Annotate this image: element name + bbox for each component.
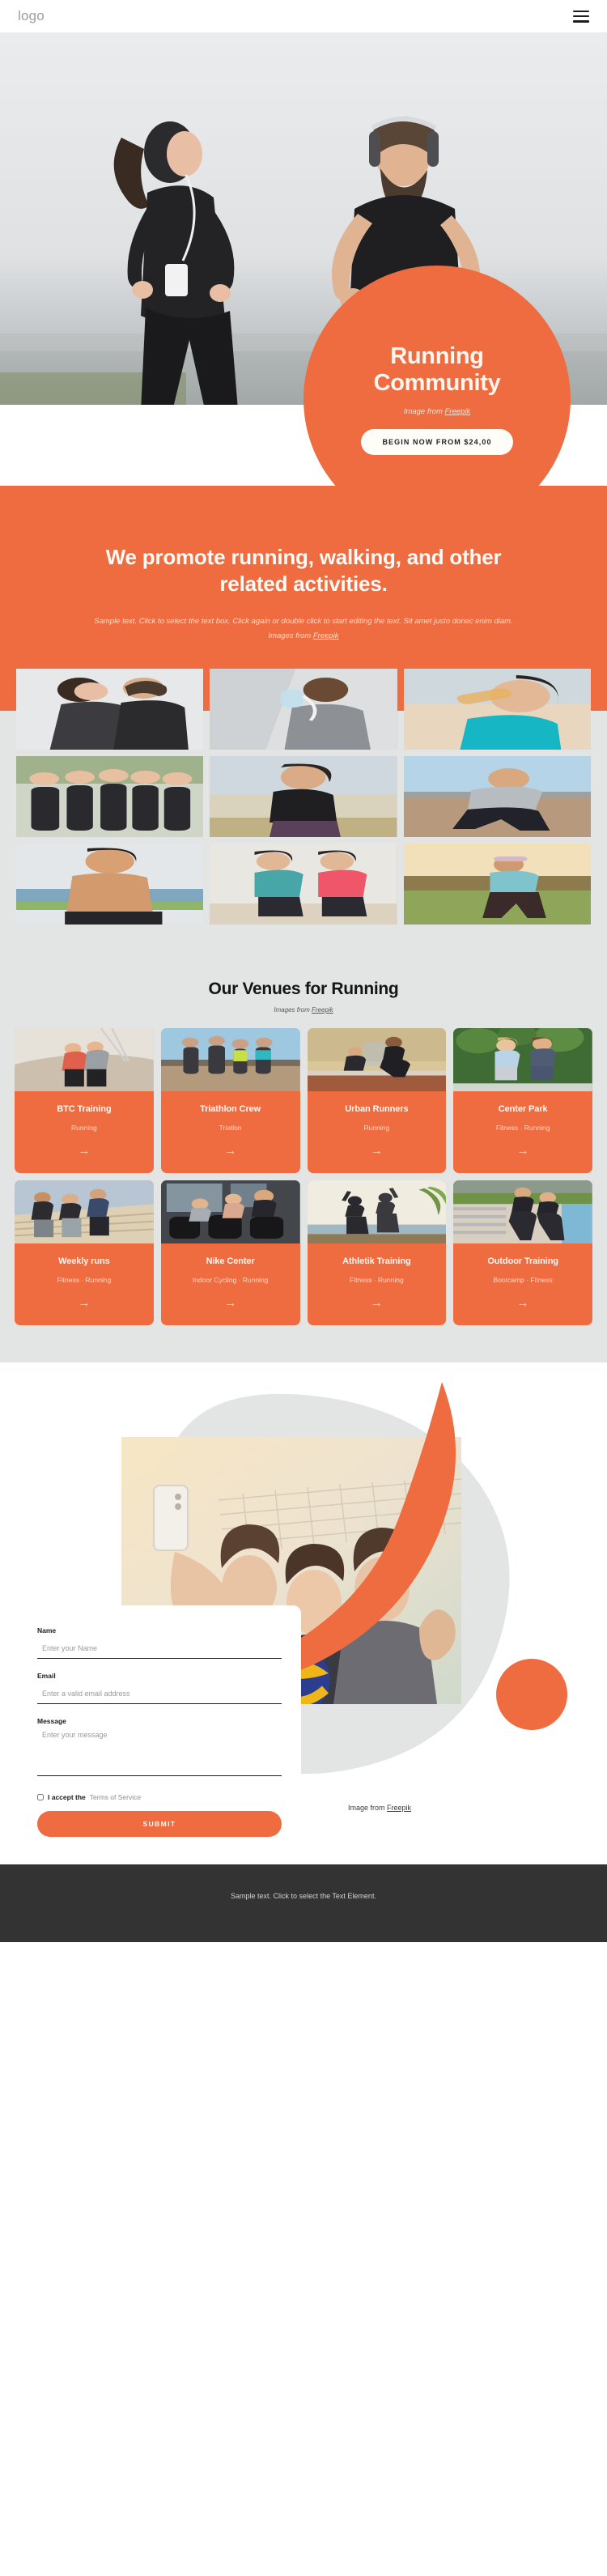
gallery-item[interactable] [16, 668, 204, 750]
venue-tags: Indoor Cycling · Running [192, 1275, 269, 1284]
contact-image-credit: Image from Freepik [348, 1804, 411, 1812]
arrow-right-icon[interactable]: → [166, 1145, 295, 1157]
accept-terms-checkbox[interactable] [37, 1793, 44, 1800]
contact-credit-link[interactable]: Freepik [387, 1804, 411, 1812]
gallery-item[interactable] [210, 755, 397, 837]
gallery-item[interactable] [403, 843, 591, 925]
name-field-group: Name [37, 1626, 282, 1659]
venue-image [160, 1180, 300, 1243]
contact-form: Name Email Message I accept the Terms of… [18, 1605, 301, 1855]
email-label: Email [37, 1671, 56, 1680]
venue-image [307, 1180, 447, 1243]
gallery-item[interactable] [403, 755, 591, 837]
hero-credit-prefix: Image from [403, 406, 445, 416]
hero-image-credit: Image from Freepik [404, 407, 470, 416]
logo[interactable]: logo [18, 8, 45, 24]
venue-card[interactable]: Weekly runs Fitness · Running → [15, 1180, 154, 1325]
hero-section: Running Community Image from Freepik BEG… [0, 32, 607, 486]
promo-subtext-link[interactable]: Freepik [313, 631, 339, 640]
venues-credit-link[interactable]: Freepik [312, 1006, 333, 1014]
venue-card[interactable]: Athletik Training Fitness · Running → [307, 1180, 447, 1325]
hamburger-menu-icon[interactable] [573, 10, 589, 23]
terms-of-service-link[interactable]: Terms of Service [90, 1793, 141, 1801]
promo-subtext: Sample text. Click to select the text bo… [77, 614, 530, 644]
venue-image [160, 1027, 300, 1091]
email-field-group: Email [37, 1672, 282, 1704]
venue-card[interactable]: Center Park Fitness · Running → [453, 1027, 592, 1173]
venue-name: Nike Center [206, 1256, 255, 1266]
venue-image [307, 1027, 447, 1091]
email-input[interactable] [37, 1689, 282, 1704]
contact-credit-prefix: Image from [348, 1803, 388, 1812]
photo-gallery-grid [16, 668, 591, 925]
hero-credit-link[interactable]: Freepik [445, 407, 471, 416]
gallery-item[interactable] [16, 755, 204, 837]
burger-bar [573, 19, 589, 23]
hero-title-line1: Running [390, 343, 484, 370]
venue-card[interactable]: Urban Runners Running → [307, 1027, 447, 1173]
venue-tags: Running [363, 1123, 390, 1132]
venues-title: Our Venues for Running [208, 979, 399, 998]
arrow-right-icon[interactable]: → [19, 1145, 149, 1157]
venue-tags: Triatlon [219, 1123, 242, 1132]
burger-bar [573, 15, 589, 18]
venue-tags: Fitness · Running [495, 1123, 550, 1132]
contact-section: Name Email Message I accept the Terms of… [0, 1362, 607, 1864]
venue-name: Triathlon Crew [200, 1103, 261, 1114]
promo-section: We promote running, walking, and other r… [0, 486, 607, 644]
venue-image [15, 1027, 154, 1091]
message-field-group: Message [37, 1717, 282, 1780]
venue-name: Athletik Training [342, 1256, 411, 1266]
arrow-right-icon[interactable]: → [166, 1297, 295, 1309]
venue-name: BTC Training [57, 1103, 112, 1114]
arrow-right-icon[interactable]: → [312, 1297, 442, 1309]
venues-image-credit: Images from Freepik [0, 1006, 607, 1014]
venue-tags: Fitness · Running [57, 1275, 112, 1284]
venue-name: Outdoor Training [487, 1256, 558, 1266]
venue-card[interactable]: Triathlon Crew Triatlon → [160, 1027, 300, 1173]
gallery-item[interactable] [16, 843, 204, 925]
arrow-right-icon[interactable]: → [458, 1297, 588, 1309]
venue-tags: Bootcamp · Fitness [493, 1275, 553, 1284]
venue-card[interactable]: Nike Center Indoor Cycling · Running → [160, 1180, 300, 1325]
venues-section: Our Venues for Running Images from Freep… [0, 951, 607, 1362]
venue-card[interactable]: BTC Training Running → [15, 1027, 154, 1173]
name-input[interactable] [37, 1643, 282, 1659]
hero-title-line2: Community [373, 369, 501, 396]
gallery-item[interactable] [210, 843, 397, 925]
venues-grid: BTC Training Running → Triathlon Crew Tr… [0, 1027, 607, 1325]
name-label: Name [37, 1626, 57, 1634]
site-header: logo [0, 0, 607, 32]
venues-credit-prefix: Images from [274, 1005, 312, 1014]
venue-card[interactable]: Outdoor Training Bootcamp · Fitness → [453, 1180, 592, 1325]
venue-image [15, 1180, 154, 1243]
footer-text: Sample text. Click to select the Text El… [231, 1891, 376, 1900]
arrow-right-icon[interactable]: → [312, 1145, 442, 1157]
venue-name: Weekly runs [58, 1256, 110, 1266]
hero-title: Running Community [374, 343, 501, 396]
site-footer: Sample text. Click to select the Text El… [0, 1864, 607, 1942]
submit-button[interactable]: SUBMIT [37, 1810, 282, 1837]
venue-tags: Fitness · Running [350, 1275, 404, 1284]
begin-now-button[interactable]: BEGIN NOW FROM $24,00 [361, 428, 513, 455]
photo-gallery-section [0, 644, 607, 952]
message-label: Message [37, 1716, 66, 1725]
gallery-item[interactable] [210, 668, 397, 750]
promo-subtext-body: Sample text. Click to select the text bo… [94, 616, 513, 641]
arrow-right-icon[interactable]: → [19, 1297, 149, 1309]
arrow-right-icon[interactable]: → [458, 1145, 588, 1157]
venue-tags: Running [71, 1123, 97, 1132]
accept-terms-label: I accept the [48, 1792, 86, 1801]
venue-name: Urban Runners [345, 1103, 409, 1114]
gallery-item[interactable] [403, 668, 591, 750]
venue-name: Center Park [498, 1103, 548, 1114]
burger-bar [573, 10, 589, 13]
message-input[interactable] [37, 1730, 282, 1776]
venue-image [453, 1027, 592, 1091]
terms-row: I accept the Terms of Service [37, 1793, 282, 1801]
venue-image [453, 1180, 592, 1243]
promo-title: We promote running, walking, and other r… [105, 545, 502, 597]
